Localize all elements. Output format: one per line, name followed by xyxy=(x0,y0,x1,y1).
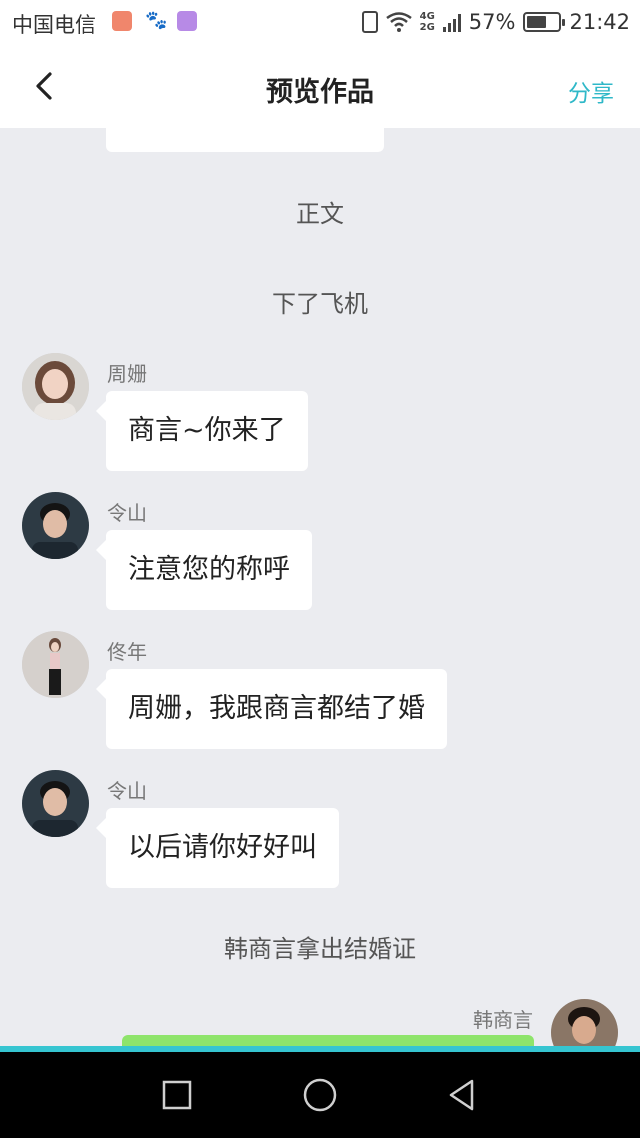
wifi-icon xyxy=(385,12,412,32)
baidu-paw-icon: 🐾 xyxy=(145,10,168,31)
section-label: 正文 xyxy=(296,200,344,228)
avatar[interactable] xyxy=(22,353,89,420)
message-row: 周姗 商言~你来了 xyxy=(0,353,640,483)
avatar[interactable] xyxy=(22,631,89,698)
signal-icon xyxy=(442,12,461,32)
status-right: 4G 2G 57% 21:42 xyxy=(361,6,630,38)
page-title: 预览作品 xyxy=(266,77,374,108)
avatar[interactable] xyxy=(551,999,618,1046)
share-button[interactable]: 分享 xyxy=(568,74,614,108)
gallery-icon xyxy=(177,11,197,31)
status-bar: 中国电信 🐾 4G 2G 57% 21:42 xyxy=(0,0,640,44)
home-button[interactable] xyxy=(300,1075,340,1115)
clock: 21:42 xyxy=(569,10,630,34)
avatar[interactable] xyxy=(22,492,89,559)
mail-icon xyxy=(112,11,132,31)
message-row: 佟年 周姗，我跟商言都结了婚 xyxy=(0,631,640,761)
speaker-name: 韩商言 xyxy=(473,1008,533,1032)
message-bubble: 周姗，我跟商言都结了婚 xyxy=(96,669,447,749)
network-top: 4G xyxy=(419,11,435,22)
header-bar: 预览作品 分享 xyxy=(0,44,640,128)
avatar[interactable] xyxy=(22,770,89,837)
square-icon xyxy=(162,1080,192,1110)
male-avatar-icon xyxy=(22,770,89,837)
network-bottom: 2G xyxy=(419,22,435,33)
recent-apps-button[interactable] xyxy=(157,1075,197,1115)
narration-line: 韩商言拿出结婚证 xyxy=(224,935,416,963)
narration-line: 下了飞机 xyxy=(272,290,368,318)
female-avatar-icon xyxy=(22,631,89,698)
previous-bubble xyxy=(106,128,384,152)
message-bubble: 商言~你来了 xyxy=(96,391,308,471)
male-avatar-icon xyxy=(22,492,89,559)
message-row: 令山 以后请你好好叫 xyxy=(0,770,640,900)
network-type: 4G 2G xyxy=(420,11,435,33)
battery-percent: 57% xyxy=(468,10,516,34)
speaker-name: 令山 xyxy=(107,779,147,803)
system-back-button[interactable] xyxy=(442,1075,482,1115)
message-bubble: 以后请你好好叫 xyxy=(96,808,339,888)
message-row: 令山 注意您的称呼 xyxy=(0,492,640,622)
message-bubble: 注意您的称呼 xyxy=(96,530,312,610)
speaker-name: 周姗 xyxy=(107,362,147,386)
speaker-name: 佟年 xyxy=(107,640,147,664)
battery-icon xyxy=(523,12,566,32)
circle-icon xyxy=(303,1078,337,1112)
female-avatar-icon xyxy=(22,353,89,420)
triangle-back-icon xyxy=(449,1079,474,1111)
system-nav-bar xyxy=(0,1052,640,1138)
male-avatar-icon xyxy=(551,999,618,1046)
speaker-name: 令山 xyxy=(107,501,147,525)
message-bubble-green xyxy=(122,1035,534,1046)
vibrate-icon xyxy=(361,11,378,33)
chat-preview[interactable]: 正文 下了飞机 周姗 商言~你来了 令山 注意您的称呼 佟年 周姗，我跟商言都结… xyxy=(0,128,640,1046)
carrier-name: 中国电信 xyxy=(12,13,96,37)
